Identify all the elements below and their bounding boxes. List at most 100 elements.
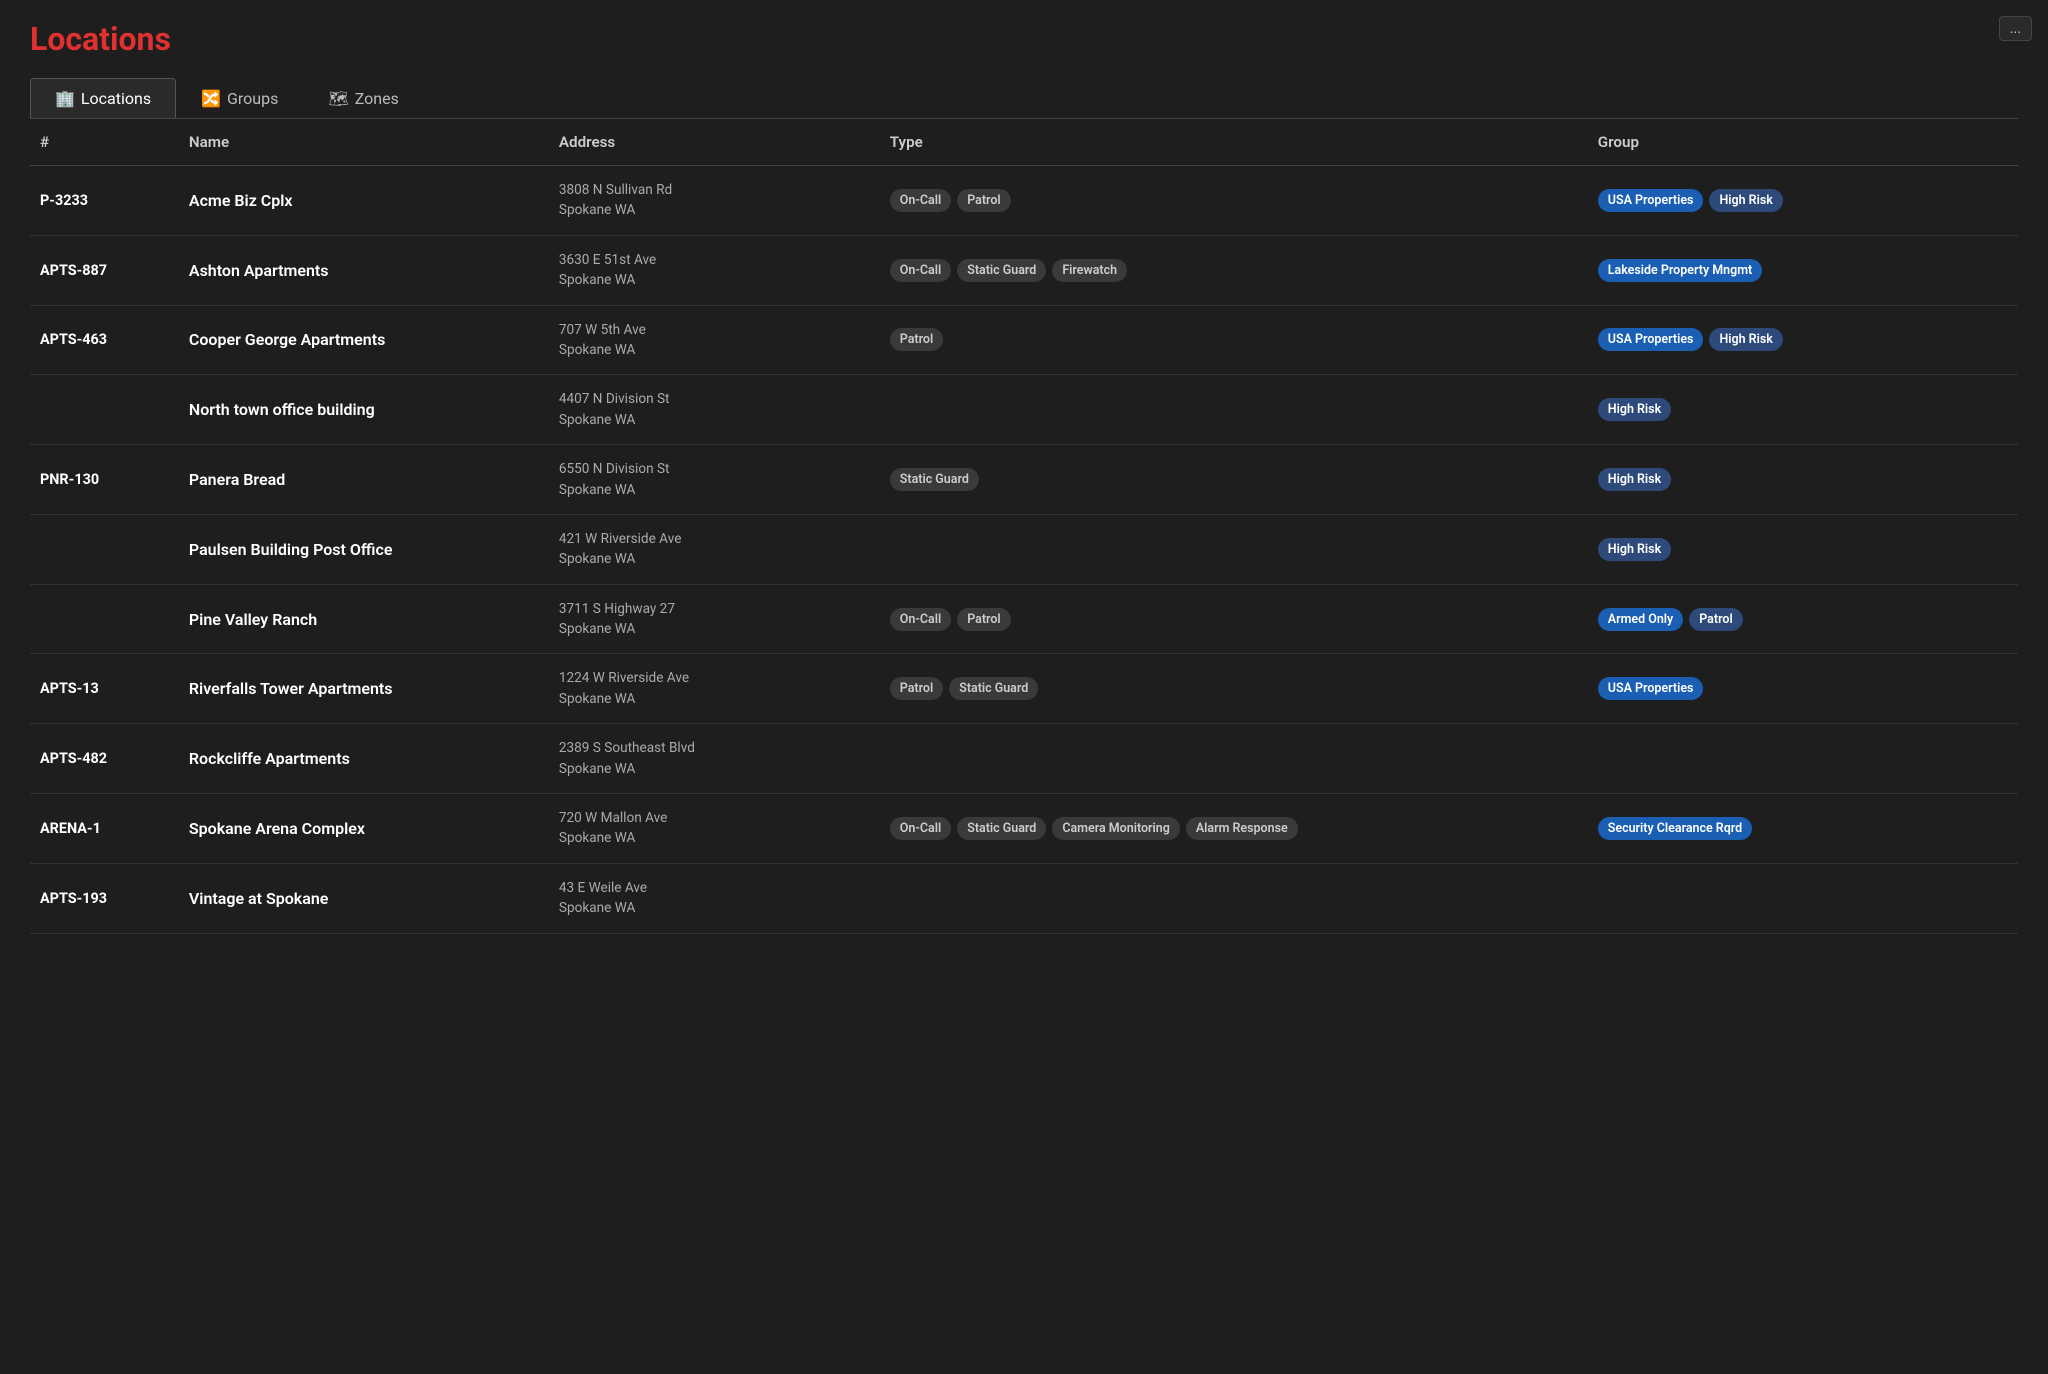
cell-address: 3630 E 51st AveSpokane WA <box>549 235 880 305</box>
type-badge: Firewatch <box>1052 259 1127 282</box>
cell-group: Lakeside Property Mngmt <box>1588 235 2018 305</box>
tab-groups-label: Groups <box>227 89 278 108</box>
cell-name: Pine Valley Ranch <box>179 584 549 654</box>
type-badge: Static Guard <box>957 259 1046 282</box>
table-row[interactable]: Paulsen Building Post Office421 W Rivers… <box>30 514 2018 584</box>
cell-group: Security Clearance Rqrd <box>1588 794 2018 864</box>
cell-type <box>880 863 1588 933</box>
cell-group: USA PropertiesHigh Risk <box>1588 166 2018 236</box>
table-row[interactable]: APTS-887Ashton Apartments3630 E 51st Ave… <box>30 235 2018 305</box>
type-badge: Patrol <box>957 608 1010 631</box>
cell-num <box>30 584 179 654</box>
table-row[interactable]: APTS-13Riverfalls Tower Apartments1224 W… <box>30 654 2018 724</box>
cell-group <box>1588 724 2018 794</box>
tab-locations[interactable]: 🏢 Locations <box>30 78 176 118</box>
group-badge: USA Properties <box>1598 677 1704 700</box>
cell-num: APTS-887 <box>30 235 179 305</box>
cell-address: 720 W Mallon AveSpokane WA <box>549 794 880 864</box>
cell-group: Armed Only Patrol <box>1588 584 2018 654</box>
cell-group: High Risk <box>1588 445 2018 515</box>
cell-type: On-Call Patrol <box>880 584 1588 654</box>
locations-table: # Name Address Type Group P-3233Acme Biz… <box>30 119 2018 934</box>
cell-type: Patrol <box>880 305 1588 375</box>
group-badge: High Risk <box>1598 398 1671 421</box>
tab-locations-label: Locations <box>81 89 151 108</box>
type-badge: Patrol <box>957 189 1010 212</box>
table-header-row: # Name Address Type Group <box>30 119 2018 166</box>
cell-name: Spokane Arena Complex <box>179 794 549 864</box>
group-badge: USA Properties <box>1598 328 1704 351</box>
group-badge: Patrol <box>1689 608 1742 631</box>
type-badge: On-Call <box>890 817 951 840</box>
cell-address: 43 E Weile AveSpokane WA <box>549 863 880 933</box>
type-badge: Patrol <box>890 328 943 351</box>
cell-address: 2389 S Southeast BlvdSpokane WA <box>549 724 880 794</box>
type-badge: On-Call <box>890 608 951 631</box>
cell-num <box>30 514 179 584</box>
tab-groups[interactable]: 🔀 Groups <box>176 78 303 118</box>
cell-name: Riverfalls Tower Apartments <box>179 654 549 724</box>
type-badge: Static Guard <box>949 677 1038 700</box>
cell-address: 3711 S Highway 27Spokane WA <box>549 584 880 654</box>
table-row[interactable]: Pine Valley Ranch3711 S Highway 27Spokan… <box>30 584 2018 654</box>
group-badge: Lakeside Property Mngmt <box>1598 259 1762 282</box>
group-badge: High Risk <box>1709 189 1782 212</box>
cell-group <box>1588 863 2018 933</box>
cell-group: High Risk <box>1588 514 2018 584</box>
table-row[interactable]: P-3233Acme Biz Cplx3808 N Sullivan RdSpo… <box>30 166 2018 236</box>
cell-group: High Risk <box>1588 375 2018 445</box>
type-badge: Static Guard <box>957 817 1046 840</box>
table-row[interactable]: APTS-482Rockcliffe Apartments2389 S Sout… <box>30 724 2018 794</box>
cell-num: ARENA-1 <box>30 794 179 864</box>
more-options-button[interactable]: ... <box>1999 16 2032 41</box>
type-badge: On-Call <box>890 189 951 212</box>
cell-group: USA Properties <box>1588 654 2018 724</box>
cell-address: 4407 N Division StSpokane WA <box>549 375 880 445</box>
cell-name: Paulsen Building Post Office <box>179 514 549 584</box>
cell-address: 707 W 5th AveSpokane WA <box>549 305 880 375</box>
tab-zones-label: Zones <box>355 89 399 108</box>
type-badge: On-Call <box>890 259 951 282</box>
cell-num: APTS-13 <box>30 654 179 724</box>
table-row[interactable]: APTS-463Cooper George Apartments707 W 5t… <box>30 305 2018 375</box>
cell-type: Patrol Static Guard <box>880 654 1588 724</box>
type-badge: Patrol <box>890 677 943 700</box>
group-badge: High Risk <box>1598 468 1671 491</box>
table-row[interactable]: ARENA-1Spokane Arena Complex720 W Mallon… <box>30 794 2018 864</box>
cell-name: Cooper George Apartments <box>179 305 549 375</box>
cell-type <box>880 514 1588 584</box>
cell-name: North town office building <box>179 375 549 445</box>
cell-address: 6550 N Division StSpokane WA <box>549 445 880 515</box>
cell-type: On-Call Static Guard Firewatch <box>880 235 1588 305</box>
cell-num: P-3233 <box>30 166 179 236</box>
cell-type <box>880 375 1588 445</box>
col-header-address: Address <box>549 119 880 166</box>
table-row[interactable]: PNR-130Panera Bread6550 N Division StSpo… <box>30 445 2018 515</box>
cell-num: APTS-193 <box>30 863 179 933</box>
cell-type: Static Guard <box>880 445 1588 515</box>
group-badge: Armed Only <box>1598 608 1683 631</box>
type-badge: Alarm Response <box>1186 817 1298 840</box>
cell-name: Vintage at Spokane <box>179 863 549 933</box>
col-header-name: Name <box>179 119 549 166</box>
tab-zones[interactable]: 🗺 Zones <box>303 78 423 118</box>
zones-icon: 🗺 <box>328 89 348 108</box>
page-title: Locations <box>30 20 2018 58</box>
cell-name: Ashton Apartments <box>179 235 549 305</box>
cell-num: PNR-130 <box>30 445 179 515</box>
cell-type <box>880 724 1588 794</box>
col-header-group: Group <box>1588 119 2018 166</box>
table-row[interactable]: North town office building4407 N Divisio… <box>30 375 2018 445</box>
col-header-type: Type <box>880 119 1588 166</box>
cell-group: USA PropertiesHigh Risk <box>1588 305 2018 375</box>
cell-type: On-Call Patrol <box>880 166 1588 236</box>
cell-address: 3808 N Sullivan RdSpokane WA <box>549 166 880 236</box>
cell-type: On-CallStatic GuardCamera MonitoringAlar… <box>880 794 1588 864</box>
group-badge: Security Clearance Rqrd <box>1598 817 1752 840</box>
group-badge: USA Properties <box>1598 189 1704 212</box>
cell-name: Panera Bread <box>179 445 549 515</box>
cell-name: Acme Biz Cplx <box>179 166 549 236</box>
groups-icon: 🔀 <box>201 89 221 108</box>
cell-address: 421 W Riverside AveSpokane WA <box>549 514 880 584</box>
table-row[interactable]: APTS-193Vintage at Spokane43 E Weile Ave… <box>30 863 2018 933</box>
